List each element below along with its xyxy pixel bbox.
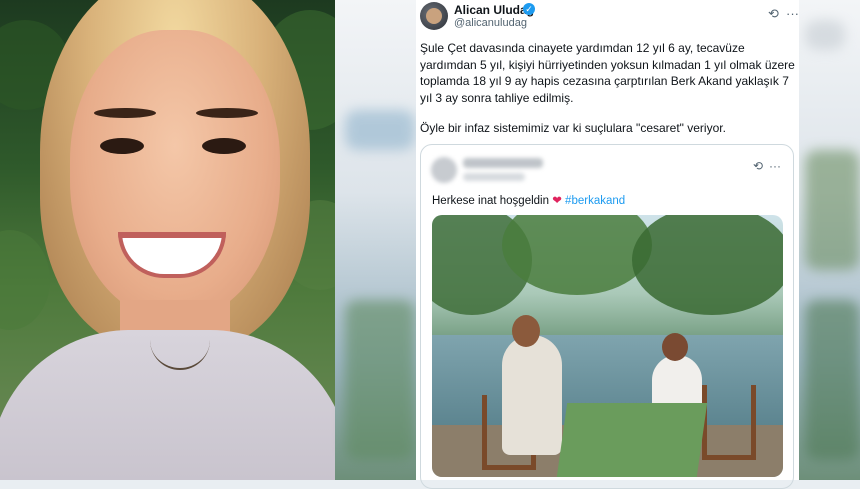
tweet-card: Alican Uludağ ✓ @alicanuludag ⟲ ··· Şule… <box>416 0 799 489</box>
quoted-photo[interactable] <box>432 215 783 477</box>
left-portrait-photo <box>0 0 335 480</box>
quoted-name-blurred <box>463 158 543 168</box>
avatar[interactable] <box>420 2 448 30</box>
quoted-handle-blurred <box>463 173 525 181</box>
hashtag-link[interactable]: #berkakand <box>565 195 625 207</box>
quoted-text: Herkese inat hoşgeldin ❤ #berkakand <box>432 193 625 207</box>
more-icon[interactable]: ··· <box>786 6 799 21</box>
tweet-text: Şule Çet davasında cinayete yardımdan 12… <box>420 40 798 151</box>
quoted-text-prefix: Herkese inat hoşgeldin <box>432 195 549 207</box>
tweet-paragraph-1: Şule Çet davasında cinayete yardımdan 12… <box>420 41 795 105</box>
display-name[interactable]: Alican Uludağ <box>454 3 534 17</box>
grok-icon[interactable]: ⟲ <box>753 159 763 173</box>
verified-badge-icon: ✓ <box>523 3 535 15</box>
handle[interactable]: @alicanuludag <box>454 17 527 29</box>
heart-icon: ❤ <box>552 195 562 207</box>
grok-icon[interactable]: ⟲ <box>768 6 779 22</box>
quoted-tweet[interactable]: ⟲ ··· Herkese inat hoşgeldin ❤ #berkakan… <box>420 144 794 489</box>
tweet-paragraph-2: Öyle bir infaz sistemimiz var ki suçlula… <box>420 121 726 135</box>
more-icon[interactable]: ··· <box>769 159 781 173</box>
tweet-header: Alican Uludağ ✓ @alicanuludag ⟲ ··· <box>420 2 799 32</box>
quoted-avatar <box>431 157 457 183</box>
